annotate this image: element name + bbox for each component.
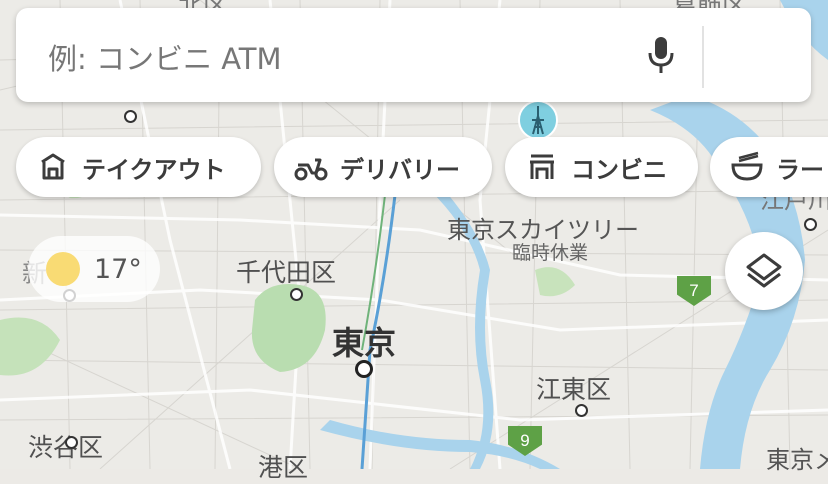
map-label-chiyoda: 千代田区 xyxy=(236,258,337,287)
chip-ramen[interactable]: ラー xyxy=(710,137,828,197)
map-layers-button[interactable] xyxy=(725,232,803,310)
chip-delivery[interactable]: デリバリー xyxy=(274,137,492,197)
chip-label: ラー xyxy=(776,155,824,184)
chip-takeout[interactable]: テイクアウト xyxy=(16,137,261,197)
account-button[interactable] xyxy=(706,16,806,94)
poi-marker-koto[interactable] xyxy=(575,404,588,417)
search-divider xyxy=(702,26,704,88)
map-label-koto: 江東区 xyxy=(536,375,612,404)
convenience-store-icon xyxy=(525,150,559,184)
chip-label: テイクアウト xyxy=(82,155,226,184)
map-label-tokyo[interactable]: 東京 xyxy=(332,318,396,364)
poi-marker[interactable] xyxy=(124,110,137,123)
chip-label: コンビニ xyxy=(571,155,667,184)
tokyo-station-marker[interactable] xyxy=(355,360,373,378)
microphone-icon xyxy=(648,37,674,73)
voice-search-button[interactable] xyxy=(636,30,686,80)
search-input[interactable]: 例: コンビニ ATM xyxy=(48,36,282,78)
map-label-minato: 港区 xyxy=(258,453,309,482)
temperature: 17° xyxy=(94,253,142,285)
takeout-icon xyxy=(36,150,70,184)
chip-label: デリバリー xyxy=(340,155,460,184)
poi-marker-chiyoda[interactable] xyxy=(290,288,303,301)
map-label-bottom-right: 東京メ xyxy=(766,446,828,474)
ramen-bowl-icon xyxy=(730,150,764,184)
layers-icon xyxy=(746,253,782,288)
skytree-landmark-icon[interactable] xyxy=(518,100,558,140)
chip-convenience-store[interactable]: コンビニ xyxy=(505,137,698,197)
weather-widget[interactable]: 17° xyxy=(28,236,160,302)
delivery-scooter-icon xyxy=(294,150,328,184)
poi-marker-edogawa[interactable] xyxy=(804,218,817,231)
poi-marker-shibuya[interactable] xyxy=(65,436,78,449)
search-bar[interactable]: 例: コンビニ ATM xyxy=(16,8,811,102)
map-label-skytree-status: 臨時休業 xyxy=(512,242,589,264)
sun-icon xyxy=(46,252,80,286)
